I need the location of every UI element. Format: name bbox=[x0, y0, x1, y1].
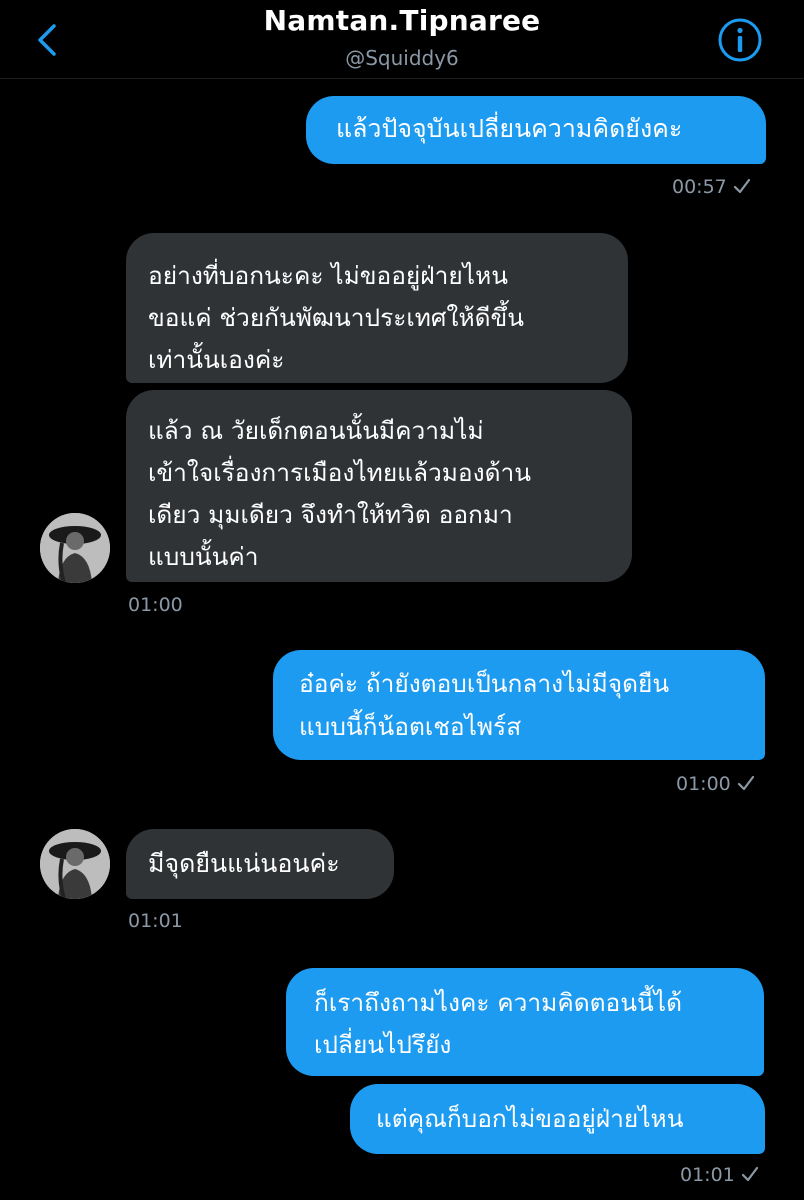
timestamp-text: 01:01 bbox=[680, 1164, 735, 1186]
message-bubble-sent[interactable]: ก็เราถึงถามไงคะ ความคิดตอนนี้ได้ เปลี่ยน… bbox=[286, 968, 764, 1076]
message-bubble-sent[interactable]: อ๋อค่ะ ถ้ายังตอบเป็นกลางไม่มีจุดยืน แบบน… bbox=[273, 650, 765, 760]
avatar[interactable] bbox=[40, 513, 110, 583]
sent-check-icon bbox=[741, 1165, 759, 1187]
conversation-handle[interactable]: @Squiddy6 bbox=[0, 46, 804, 70]
avatar[interactable] bbox=[40, 829, 110, 899]
message-bubble-sent[interactable]: แต่คุณก็บอกไม่ขออยู่ฝ่ายไหน bbox=[350, 1084, 765, 1154]
conversation-title[interactable]: Namtan.Tipnaree bbox=[0, 4, 804, 37]
message-timestamp: 01:01 bbox=[128, 910, 183, 932]
message-timestamp: 00:57 bbox=[672, 176, 751, 199]
info-circle-icon bbox=[718, 18, 762, 62]
conversation-header: Namtan.Tipnaree @Squiddy6 bbox=[0, 0, 804, 79]
sent-check-icon bbox=[733, 177, 751, 199]
profile-photo-icon bbox=[40, 513, 110, 583]
info-button[interactable] bbox=[717, 17, 763, 63]
timestamp-text: 01:00 bbox=[676, 773, 731, 795]
message-timestamp: 01:01 bbox=[680, 1164, 759, 1187]
message-timestamp: 01:00 bbox=[128, 594, 183, 616]
message-bubble-received[interactable]: แล้ว ณ วัยเด็กตอนนั้นมีความไม่ เข้าใจเรื… bbox=[126, 390, 632, 582]
message-bubble-sent[interactable]: แล้วปัจจุบันเปลี่ยนความคิดยังคะ bbox=[306, 96, 766, 164]
message-bubble-received[interactable]: มีจุดยืนแน่นอนค่ะ bbox=[126, 829, 394, 899]
message-timestamp: 01:00 bbox=[676, 773, 755, 796]
sent-check-icon bbox=[737, 774, 755, 796]
timestamp-text: 00:57 bbox=[672, 176, 727, 198]
message-bubble-received[interactable]: อย่างที่บอกนะคะ ไม่ขออยู่ฝ่ายไหน ขอแค่ ช… bbox=[126, 233, 628, 383]
dm-conversation-screen: Namtan.Tipnaree @Squiddy6 แล้วปัจจุบันเป… bbox=[0, 0, 804, 1200]
profile-photo-icon bbox=[40, 829, 110, 899]
